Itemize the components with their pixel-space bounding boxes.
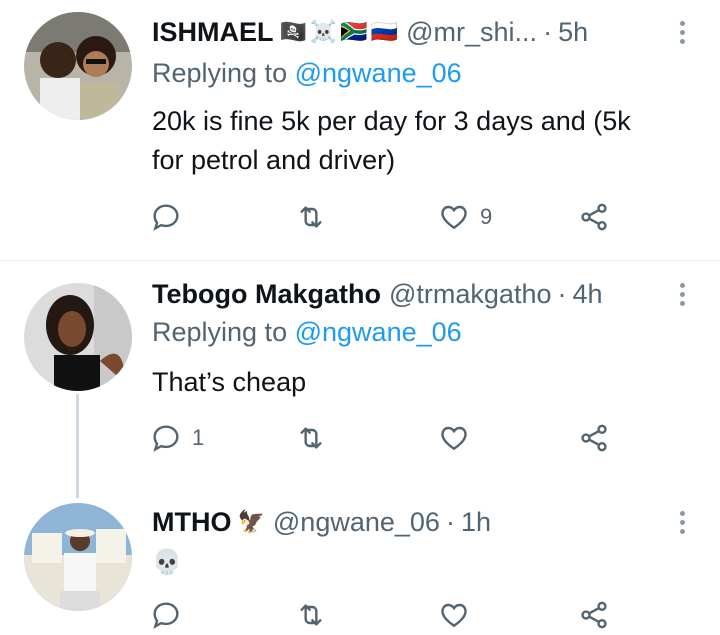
- display-name[interactable]: Tebogo Makgatho: [152, 279, 381, 310]
- share-icon: [581, 601, 607, 629]
- reply-button[interactable]: 1: [150, 418, 204, 458]
- like-button[interactable]: [438, 418, 480, 458]
- mention-link[interactable]: @ngwane_06: [295, 58, 462, 88]
- more-icon[interactable]: [672, 275, 692, 313]
- tweet-text: 20k is fine 5k per day for 3 days and (5…: [152, 102, 690, 180]
- eagle-emoji: 🦅: [237, 509, 265, 534]
- retweet-icon: [300, 427, 322, 449]
- share-icon: [581, 203, 607, 231]
- reply-button[interactable]: [150, 595, 182, 635]
- reply-icon: [153, 425, 179, 452]
- name-emojis: 🏴‍☠️ ☠️ 🇿🇦 🇷🇺: [280, 19, 399, 45]
- pirate-flag-emoji: 🏴‍☠️: [279, 19, 307, 44]
- tweet-text-line: for petrol and driver): [152, 145, 396, 175]
- separator-dot: ·: [543, 16, 553, 47]
- username[interactable]: @trmakgatho: [389, 279, 551, 310]
- display-name[interactable]: MTHO: [152, 507, 231, 538]
- like-icon: [441, 205, 467, 230]
- like-icon: [441, 603, 467, 628]
- south-africa-flag-emoji: 🇿🇦: [340, 19, 368, 44]
- skull-crossbones-emoji: ☠️: [309, 19, 338, 44]
- replying-to: Replying to @ngwane_06: [152, 58, 462, 89]
- reply-count: 1: [192, 425, 205, 450]
- tweet-text: That’s cheap: [152, 367, 307, 397]
- retweet-button[interactable]: [295, 197, 337, 237]
- reply-icon: [153, 204, 179, 231]
- retweet-button[interactable]: [295, 418, 337, 458]
- tweet-tebogo[interactable]: Tebogo Makgatho @trmakgatho · 4h Replyin…: [0, 261, 720, 491]
- thread-connector-line: [76, 394, 79, 498]
- tweet-text-line: 20k is fine 5k per day for 3 days and (5…: [152, 106, 631, 136]
- timestamp[interactable]: 4h: [572, 279, 602, 310]
- more-icon[interactable]: [672, 503, 692, 541]
- tweet-mtho[interactable]: MTHO 🦅 @ngwane_06 · 1h 💀: [0, 491, 720, 629]
- like-icon: [441, 426, 467, 451]
- reply-icon: [153, 602, 179, 629]
- action-bar: 1: [150, 418, 630, 458]
- action-bar: 9: [150, 197, 630, 237]
- avatar[interactable]: [24, 503, 132, 611]
- display-name[interactable]: ISHMAEL: [152, 17, 274, 48]
- reply-button[interactable]: [150, 197, 192, 237]
- replying-to-label: Replying to: [152, 58, 288, 88]
- tweet-text: 💀: [152, 549, 182, 576]
- like-count: 9: [480, 204, 493, 229]
- mention-link[interactable]: @ngwane_06: [295, 317, 462, 347]
- replying-to: Replying to @ngwane_06: [152, 317, 462, 348]
- retweet-icon: [300, 206, 322, 228]
- replying-to-label: Replying to: [152, 317, 288, 347]
- action-bar: [150, 595, 630, 635]
- avatar[interactable]: [24, 283, 132, 391]
- retweet-icon: [300, 604, 322, 626]
- russia-flag-emoji: 🇷🇺: [370, 19, 399, 44]
- separator-dot: ·: [557, 278, 567, 309]
- share-button[interactable]: [578, 197, 610, 237]
- like-button[interactable]: 9: [438, 197, 492, 237]
- share-button[interactable]: [578, 595, 610, 635]
- tweet-ishmael[interactable]: ISHMAEL 🏴‍☠️ ☠️ 🇿🇦 🇷🇺 @mr_shi... · 5h Re…: [0, 0, 720, 260]
- retweet-button[interactable]: [295, 595, 327, 635]
- separator-dot: ·: [445, 506, 455, 537]
- avatar[interactable]: [24, 12, 132, 120]
- username[interactable]: @ngwane_06: [273, 507, 440, 538]
- more-icon[interactable]: [672, 13, 692, 51]
- share-icon: [581, 424, 607, 452]
- timestamp[interactable]: 1h: [461, 507, 491, 538]
- timestamp[interactable]: 5h: [558, 17, 588, 48]
- username[interactable]: @mr_shi...: [406, 17, 537, 48]
- share-button[interactable]: [578, 418, 610, 458]
- like-button[interactable]: [438, 595, 470, 635]
